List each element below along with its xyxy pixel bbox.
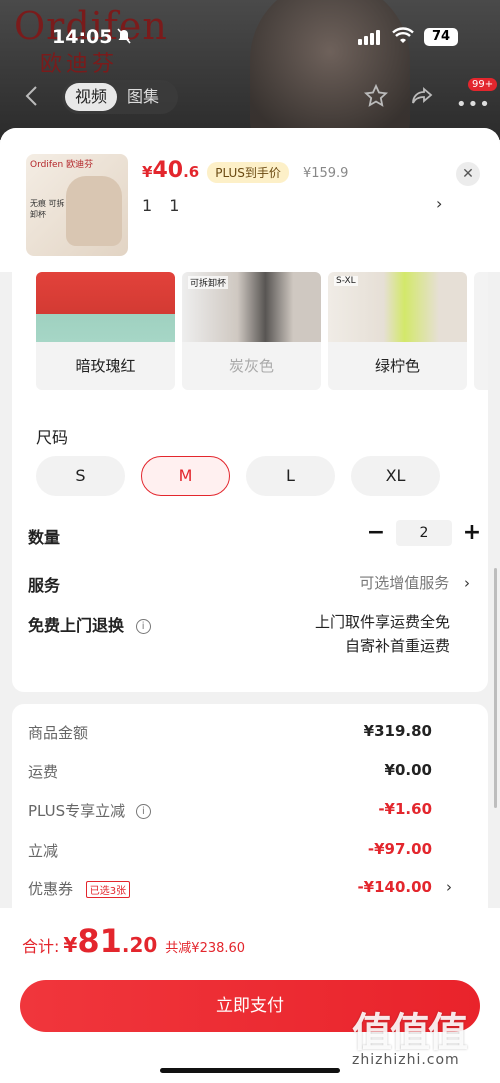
size-option-s[interactable]: S xyxy=(36,456,125,496)
price-label: 优惠券 xyxy=(28,880,74,898)
thumbnail-caption: 无痕 可拆卸杯 xyxy=(30,199,65,219)
return-service-desc: 上门取件享运费全免 自寄补首重运费 xyxy=(222,610,450,658)
size-options: S M L XL xyxy=(36,456,440,496)
status-time: 14:05 xyxy=(52,26,113,48)
plus-button[interactable]: + xyxy=(460,521,484,545)
size-label: 尺码 xyxy=(36,428,69,447)
total-currency: ¥ xyxy=(63,933,78,957)
swatch-label: 绿柠色 xyxy=(374,357,420,375)
price-label-wrap: PLUS专享立减 i xyxy=(28,800,151,821)
swatch-image: 可拆卸杯 xyxy=(182,272,321,342)
quantity-input[interactable]: 2 xyxy=(396,520,452,546)
price-row-discount: 立减 -¥97.00 xyxy=(28,840,472,864)
price-decimal: .6 xyxy=(183,163,200,181)
background-product-page: Ordifen 欧迪芬 14:05 74 视频 图集 ••• 99+ xyxy=(0,0,500,140)
price-value: -¥1.60 xyxy=(378,800,432,818)
swatch-label: 炭灰色 xyxy=(228,357,274,375)
total-integer: 81 xyxy=(77,922,122,960)
watermark-site: zhizhizhi.com xyxy=(352,1052,460,1068)
swatch-tag: S-XL xyxy=(334,276,358,286)
message-badge: 99+ xyxy=(468,78,498,91)
total-savings: 共减¥238.60 xyxy=(165,941,246,956)
watermark: 值值值 zhizhizhi.com xyxy=(346,1000,496,1080)
service-selector[interactable]: 可选增值服务 › xyxy=(359,572,470,593)
return-service-label: 免费上门退换 xyxy=(28,616,125,635)
price-value: ¥319.80 xyxy=(363,722,432,740)
price-label: 立减 xyxy=(28,842,59,860)
coupon-count-badge: 已选3张 xyxy=(85,881,131,898)
color-option-more[interactable] xyxy=(474,272,488,390)
info-icon[interactable]: i xyxy=(135,619,151,634)
price-label: 商品金额 xyxy=(28,724,89,742)
price-row-shipping: 运费 ¥0.00 xyxy=(28,761,472,785)
price-value: -¥97.00 xyxy=(367,840,432,858)
color-option-charcoal[interactable]: 可拆卸杯 炭灰色 xyxy=(182,272,321,390)
total-label: 合计: xyxy=(22,937,60,956)
chevron-right-icon: › xyxy=(464,574,470,592)
price-integer: 40 xyxy=(152,158,184,183)
product-thumbnail[interactable]: Ordifen 欧迪芬 无痕 可拆卸杯 xyxy=(26,154,128,256)
price-details-card: 商品金额 ¥319.80 运费 ¥0.00 PLUS专享立减 i -¥1.60 … xyxy=(12,704,488,924)
color-swatches: 暗玫瑰红 可拆卸杯 炭灰色 S-XL 绿柠色 xyxy=(36,272,488,390)
total-decimal: .20 xyxy=(121,933,158,957)
bell-muted-icon xyxy=(117,28,131,44)
return-service-line2: 自寄补首重运费 xyxy=(344,637,450,655)
price-value: ¥0.00 xyxy=(384,761,432,779)
price-value: -¥140.00 xyxy=(357,878,432,896)
scrollbar[interactable] xyxy=(494,568,497,808)
price-row-plus-discount: PLUS专享立减 i -¥1.60 xyxy=(28,800,472,824)
close-button[interactable]: ✕ xyxy=(456,162,480,186)
media-tabs: 视频 图集 xyxy=(62,80,178,114)
color-option-lime[interactable]: S-XL 绿柠色 xyxy=(328,272,467,390)
service-label: 服务 xyxy=(28,576,61,595)
watermark-logo: 值值值 xyxy=(352,1010,468,1056)
return-service-label-wrap: 免费上门退换 i xyxy=(28,612,151,636)
price-label: 运费 xyxy=(28,763,59,781)
checkout-footer: 合计: ¥ 81 .20 共减¥238.60 立即支付 值值值 zhizhizh… xyxy=(0,908,500,1083)
price-label-wrap: 优惠券 已选3张 xyxy=(28,878,131,899)
spec-config-card: 暗玫瑰红 可拆卸杯 炭灰色 S-XL 绿柠色 尺码 S M L XL 数量 − … xyxy=(12,248,488,692)
minus-button[interactable]: − xyxy=(364,521,388,545)
order-total: 合计: ¥ 81 .20 共减¥238.60 xyxy=(22,922,245,960)
price-row-subtotal: 商品金额 ¥319.80 xyxy=(28,722,472,746)
price-row: ¥ 40 .6 PLUS到手价 ¥159.9 xyxy=(142,158,348,183)
wifi-icon xyxy=(392,27,414,43)
more-dots-icon[interactable]: ••• xyxy=(456,94,491,115)
star-icon[interactable] xyxy=(364,84,388,108)
cellular-signal-icon xyxy=(358,30,380,45)
swatch-image: S-XL xyxy=(328,272,467,342)
info-icon[interactable]: i xyxy=(135,804,151,819)
share-icon[interactable] xyxy=(410,84,434,108)
plus-price-tag: PLUS到手价 xyxy=(207,162,289,183)
original-price: ¥159.9 xyxy=(302,166,349,181)
size-option-l[interactable]: L xyxy=(246,456,335,496)
home-indicator[interactable] xyxy=(160,1068,340,1073)
quantity-stepper: − 2 + xyxy=(364,520,484,546)
battery-indicator: 74 xyxy=(424,28,458,46)
selected-spec-text[interactable]: 1 1 xyxy=(142,196,185,215)
price-label: PLUS专享立减 xyxy=(28,802,126,820)
size-option-m[interactable]: M xyxy=(141,456,230,496)
return-service-line1: 上门取件享运费全免 xyxy=(314,613,450,631)
color-option-rose-red[interactable]: 暗玫瑰红 xyxy=(36,272,175,390)
brand-logo-cn: 欧迪芬 xyxy=(40,52,119,77)
tab-gallery[interactable]: 图集 xyxy=(117,83,169,111)
model-photo xyxy=(250,0,410,140)
price-row-coupon[interactable]: 优惠券 已选3张 -¥140.00 › xyxy=(28,878,472,902)
swatch-label: 暗玫瑰红 xyxy=(75,357,136,375)
swatch-tag: 可拆卸杯 xyxy=(188,276,229,289)
sheet-header: Ordifen 欧迪芬 无痕 可拆卸杯 ¥ 40 .6 PLUS到手价 ¥159… xyxy=(0,128,500,272)
tab-video[interactable]: 视频 xyxy=(65,83,118,111)
price-currency: ¥ xyxy=(142,163,153,181)
back-arrow-icon[interactable] xyxy=(22,84,42,108)
chevron-right-icon[interactable]: › xyxy=(436,194,442,213)
swatch-image xyxy=(36,272,175,342)
thumbnail-product-shape xyxy=(66,176,122,246)
quantity-label: 数量 xyxy=(28,528,61,547)
thumbnail-brand: Ordifen 欧迪芬 xyxy=(30,160,94,170)
chevron-right-icon: › xyxy=(446,878,452,896)
size-option-xl[interactable]: XL xyxy=(351,456,440,496)
service-value: 可选增值服务 xyxy=(359,574,450,592)
purchase-sheet: Ordifen 欧迪芬 无痕 可拆卸杯 ¥ 40 .6 PLUS到手价 ¥159… xyxy=(0,128,500,1083)
